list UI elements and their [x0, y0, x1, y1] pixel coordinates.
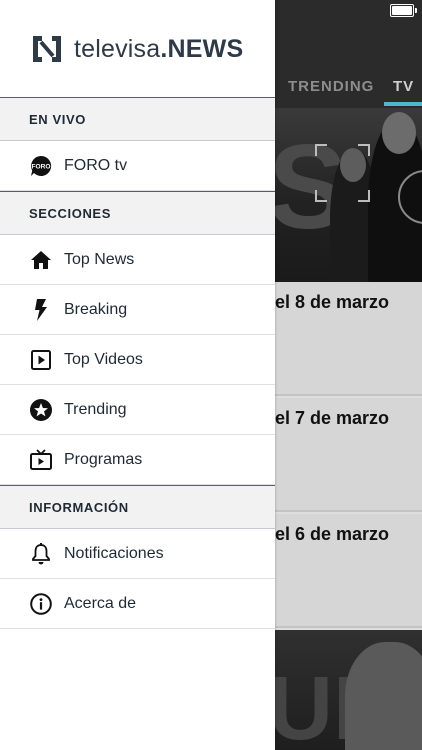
app-root: S TRENDING TV S el 8 de marzo el 7 de ma… — [0, 0, 422, 750]
person-silhouette — [345, 642, 422, 750]
section-title: EN VIVO — [29, 111, 86, 127]
section-header-live: EN VIVO — [0, 97, 275, 141]
brand-name-bold: .NEWS — [160, 34, 244, 63]
battery-icon — [390, 4, 417, 17]
menu-item-label: Top Videos — [64, 350, 143, 368]
section-title: SECCIONES — [29, 205, 111, 221]
menu-item-foro-tv[interactable]: FORO FORO tv — [0, 141, 275, 191]
play-square-icon — [30, 349, 52, 371]
menu-item-programas[interactable]: Programas — [0, 435, 275, 485]
brand-logo: televisa.NEWS — [31, 33, 243, 65]
list-item-date: el 7 de marzo — [275, 408, 390, 428]
frame-corner — [358, 144, 370, 156]
menu-item-notificaciones[interactable]: Notificaciones — [0, 529, 275, 579]
tv-icon — [30, 449, 52, 471]
frame-corner — [315, 144, 327, 156]
menu-item-label: Programas — [64, 450, 143, 468]
star-circle-icon — [30, 398, 52, 421]
menu-item-label: FORO tv — [64, 156, 128, 174]
frame-corner — [358, 190, 370, 202]
menu-item-label: Acerca de — [64, 594, 137, 612]
list-item-date: el 6 de marzo — [275, 524, 390, 544]
menu-item-label: Notificaciones — [64, 544, 164, 562]
menu-item-top-videos[interactable]: Top Videos — [0, 335, 275, 385]
section-title: INFORMACIÓN — [29, 499, 129, 515]
menu-item-label: Top News — [64, 250, 135, 268]
menu-item-label: Trending — [64, 400, 127, 418]
televisa-logo-icon — [33, 36, 61, 62]
tab-tv[interactable]: TV — [393, 78, 414, 95]
brand-wordmark: televisa.NEWS — [74, 35, 243, 64]
bell-icon — [30, 542, 52, 565]
section-header-sections: SECCIONES — [0, 191, 275, 235]
foro-tv-icon: FORO — [30, 155, 52, 177]
menu-item-label: Breaking — [64, 300, 128, 318]
tab-trending[interactable]: TRENDING — [288, 78, 374, 95]
menu-item-trending[interactable]: Trending — [0, 385, 275, 435]
foro-tv-icon-text: FORO — [31, 163, 50, 170]
frame-corner — [315, 190, 327, 202]
menu-item-top-news[interactable]: Top News — [0, 235, 275, 285]
person-face — [382, 112, 416, 154]
brand-name-light: televisa — [74, 34, 161, 63]
active-tab-indicator — [384, 102, 422, 106]
list-item-date: el 8 de marzo — [275, 292, 390, 312]
menu-item-acerca-de[interactable]: Acerca de — [0, 579, 275, 629]
home-icon — [30, 249, 52, 271]
lightning-icon — [30, 298, 52, 321]
menu-item-breaking[interactable]: Breaking — [0, 285, 275, 335]
section-header-info: INFORMACIÓN — [0, 485, 275, 529]
info-icon — [30, 592, 52, 615]
side-drawer: televisa.NEWS EN VIVO FORO FORO tv SECCI… — [0, 0, 275, 750]
